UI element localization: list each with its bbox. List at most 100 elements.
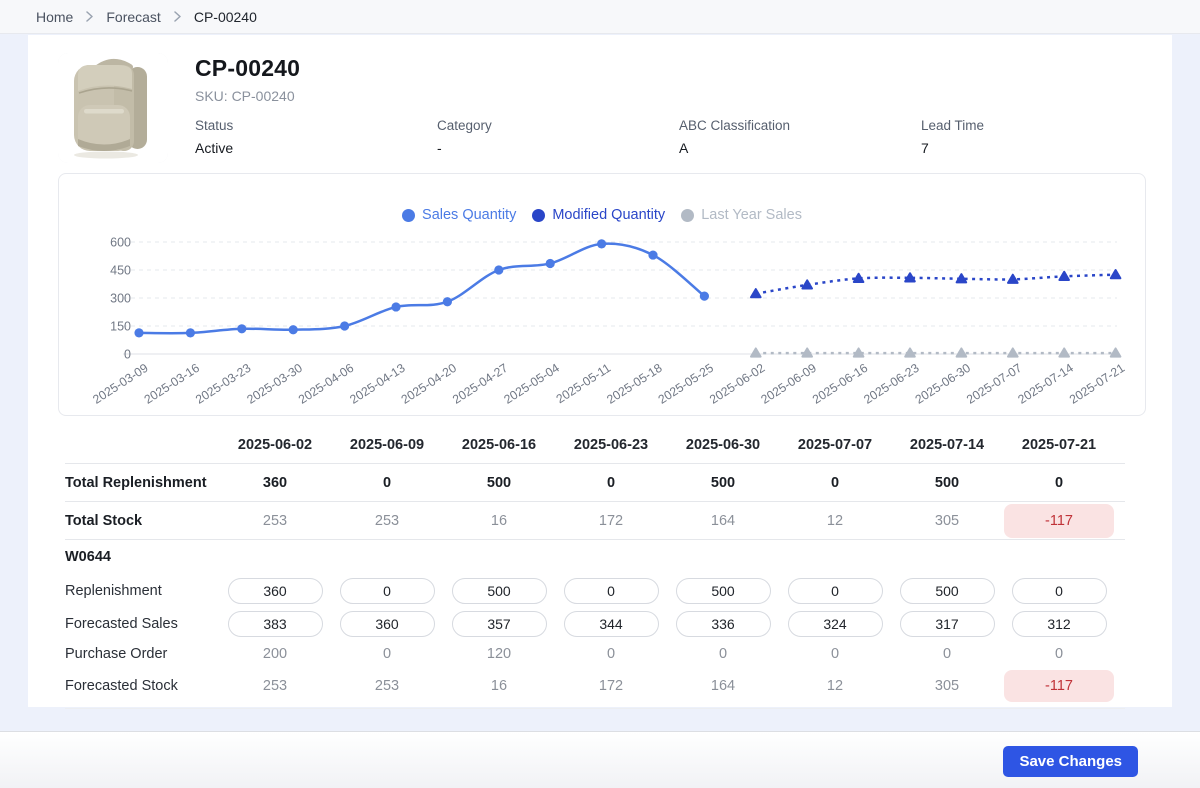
total-stock-cell: 164 bbox=[667, 513, 779, 529]
forecasted-sales-cell bbox=[779, 611, 891, 637]
svg-text:2025-06-09: 2025-06-09 bbox=[758, 361, 819, 407]
table-row-total-replenishment: Total Replenishment3600500050005000 bbox=[65, 464, 1125, 502]
total-replenishment-cell: 360 bbox=[219, 475, 331, 491]
replenishment-input[interactable] bbox=[228, 578, 323, 604]
svg-text:150: 150 bbox=[110, 320, 131, 334]
replenishment-input[interactable] bbox=[452, 578, 547, 604]
chart-legend: Sales Quantity Modified Quantity Last Year… bbox=[59, 207, 1145, 223]
legend-item-last-year-sales[interactable]: Last Year Sales bbox=[681, 207, 802, 223]
row-label: Total Replenishment bbox=[65, 475, 219, 491]
forecast-table: 2025-06-022025-06-092025-06-162025-06-23… bbox=[65, 426, 1125, 709]
product-field-value: Active bbox=[195, 140, 437, 156]
legend-label: Modified Quantity bbox=[552, 207, 665, 223]
product-fields: StatusActiveCategory-ABC ClassificationA… bbox=[195, 118, 1163, 156]
total-stock-cell: 253 bbox=[331, 513, 443, 529]
table-row-dates: 2025-06-022025-06-092025-06-162025-06-23… bbox=[65, 426, 1125, 464]
forecasted-sales-input[interactable] bbox=[452, 611, 547, 637]
negative-stock-badge: -117 bbox=[1004, 504, 1114, 538]
svg-text:2025-03-16: 2025-03-16 bbox=[142, 361, 203, 407]
breadcrumb-forecast[interactable]: Forecast bbox=[106, 9, 160, 25]
legend-label: Last Year Sales bbox=[701, 207, 802, 223]
product-field-label: Category bbox=[437, 118, 679, 133]
total-replenishment-cell: 0 bbox=[1003, 475, 1115, 491]
product-field-label: Lead Time bbox=[921, 118, 1163, 133]
forecast-chart-card: Sales Quantity Modified Quantity Last Year… bbox=[58, 173, 1146, 416]
svg-text:2025-06-02: 2025-06-02 bbox=[707, 361, 768, 407]
purchase-order-cell: 120 bbox=[443, 646, 555, 662]
svg-text:2025-03-30: 2025-03-30 bbox=[244, 361, 305, 407]
negative-stock-badge: -117 bbox=[1004, 670, 1114, 702]
forecasted-stock-cell: 172 bbox=[555, 678, 667, 694]
svg-text:2025-05-18: 2025-05-18 bbox=[604, 361, 665, 407]
forecasted-sales-cell bbox=[443, 611, 555, 637]
total-replenishment-cell: 0 bbox=[555, 475, 667, 491]
forecasted-sales-input[interactable] bbox=[900, 611, 995, 637]
replenishment-input[interactable] bbox=[676, 578, 771, 604]
purchase-order-cell: 0 bbox=[1003, 646, 1115, 662]
product-field: StatusActive bbox=[195, 118, 437, 156]
forecasted-sales-input[interactable] bbox=[564, 611, 659, 637]
svg-text:2025-07-07: 2025-07-07 bbox=[964, 361, 1025, 407]
row-label: Replenishment bbox=[65, 583, 219, 599]
purchase-order-cell: 200 bbox=[219, 646, 331, 662]
replenishment-input[interactable] bbox=[900, 578, 995, 604]
date-column-header: 2025-06-23 bbox=[555, 437, 667, 453]
total-stock-cell: 253 bbox=[219, 513, 331, 529]
purchase-order-cell: 0 bbox=[555, 646, 667, 662]
replenishment-input[interactable] bbox=[788, 578, 883, 604]
svg-text:2025-03-09: 2025-03-09 bbox=[90, 361, 151, 407]
date-column-header: 2025-06-16 bbox=[443, 437, 555, 453]
forecasted-stock-cell: 253 bbox=[219, 678, 331, 694]
total-replenishment-cell: 500 bbox=[667, 475, 779, 491]
total-stock-cell: 305 bbox=[891, 513, 1003, 529]
svg-text:2025-06-30: 2025-06-30 bbox=[913, 361, 974, 407]
svg-text:2025-07-21: 2025-07-21 bbox=[1067, 361, 1128, 407]
svg-text:2025-06-23: 2025-06-23 bbox=[861, 361, 922, 407]
svg-text:0: 0 bbox=[124, 348, 131, 362]
svg-text:2025-04-06: 2025-04-06 bbox=[296, 361, 357, 407]
forecasted-stock-cell: 305 bbox=[891, 678, 1003, 694]
total-stock-cell: 16 bbox=[443, 513, 555, 529]
breadcrumb-home[interactable]: Home bbox=[36, 9, 73, 25]
replenishment-input[interactable] bbox=[564, 578, 659, 604]
legend-item-sales-quantity[interactable]: Sales Quantity bbox=[402, 207, 516, 223]
save-changes-button[interactable]: Save Changes bbox=[1003, 746, 1138, 777]
svg-text:2025-05-04: 2025-05-04 bbox=[501, 361, 562, 407]
forecasted-sales-cell bbox=[331, 611, 443, 637]
purchase-order-cell: 0 bbox=[779, 646, 891, 662]
forecasted-sales-cell bbox=[219, 611, 331, 637]
date-column-header: 2025-06-09 bbox=[331, 437, 443, 453]
svg-text:2025-03-23: 2025-03-23 bbox=[193, 361, 254, 407]
table-row-forecasted-sales: Forecasted Sales bbox=[65, 607, 1125, 640]
replenishment-input[interactable] bbox=[340, 578, 435, 604]
table-row-purchase-order: Purchase Order200012000000 bbox=[65, 640, 1125, 668]
legend-dot-icon bbox=[402, 209, 415, 222]
product-field: ABC ClassificationA bbox=[679, 118, 921, 156]
chevron-right-icon bbox=[86, 11, 93, 22]
forecasted-sales-input[interactable] bbox=[228, 611, 323, 637]
legend-item-modified-quantity[interactable]: Modified Quantity bbox=[532, 207, 665, 223]
breadcrumb: Home Forecast CP-00240 bbox=[0, 0, 1200, 34]
product-field-value: A bbox=[679, 140, 921, 156]
forecasted-stock-cell: 253 bbox=[331, 678, 443, 694]
product-field: Lead Time 7 bbox=[921, 118, 1163, 156]
forecasted-sales-input[interactable] bbox=[676, 611, 771, 637]
product-info: CP-00240 SKU: CP-00240 StatusActiveCateg… bbox=[195, 53, 1163, 163]
row-label: Total Stock bbox=[65, 513, 219, 529]
total-stock-cell: -117 bbox=[1003, 504, 1115, 538]
forecasted-sales-input[interactable] bbox=[1012, 611, 1107, 637]
replenishment-cell bbox=[443, 578, 555, 604]
svg-text:2025-04-13: 2025-04-13 bbox=[347, 361, 408, 407]
svg-text:600: 600 bbox=[110, 236, 131, 250]
product-field: Category- bbox=[437, 118, 679, 156]
replenishment-input[interactable] bbox=[1012, 578, 1107, 604]
legend-dot-icon bbox=[681, 209, 694, 222]
svg-text:450: 450 bbox=[110, 264, 131, 278]
date-column-header: 2025-07-07 bbox=[779, 437, 891, 453]
forecasted-stock-cell: 12 bbox=[779, 678, 891, 694]
svg-text:2025-04-27: 2025-04-27 bbox=[450, 361, 511, 407]
product-sku: SKU: CP-00240 bbox=[195, 88, 1163, 104]
forecasted-sales-input[interactable] bbox=[788, 611, 883, 637]
forecasted-sales-input[interactable] bbox=[340, 611, 435, 637]
product-field-value: 7 bbox=[921, 140, 1163, 156]
